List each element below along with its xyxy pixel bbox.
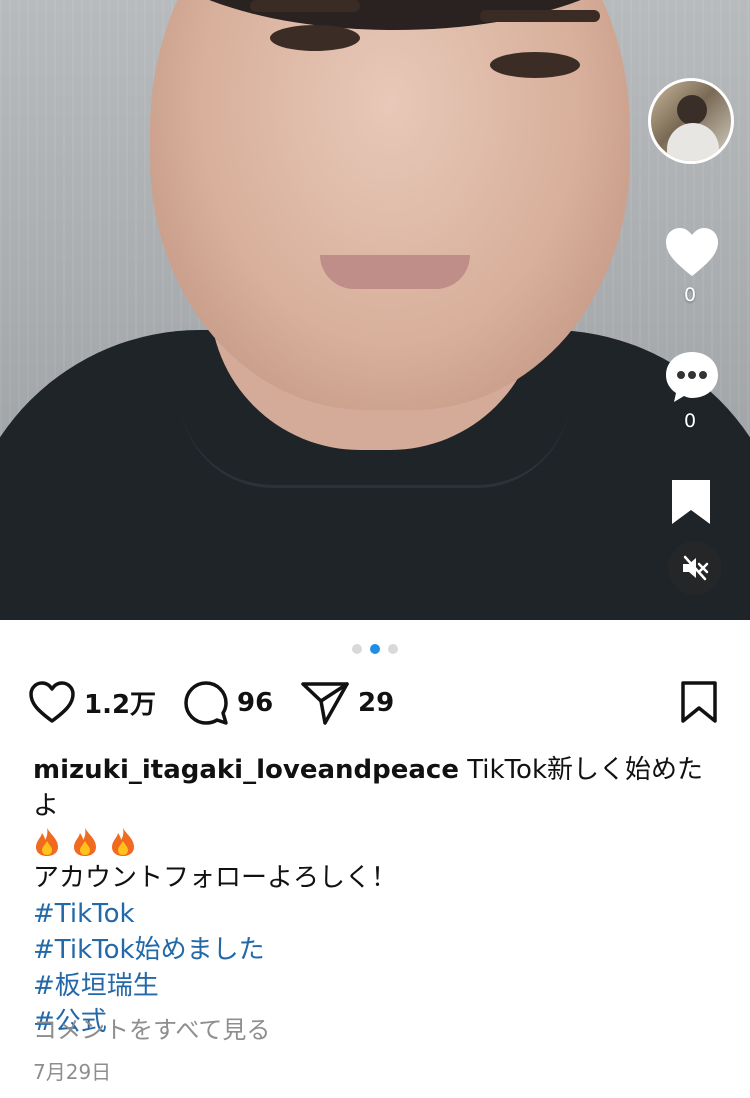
- bookmark-filled-icon[interactable]: [670, 478, 712, 526]
- right-eyebrow: [480, 10, 600, 22]
- post-date: 7月29日: [33, 1060, 112, 1084]
- like-button[interactable]: 1.2万: [28, 680, 156, 724]
- heart-outline-icon: [29, 681, 75, 723]
- carousel-indicator: [0, 644, 750, 654]
- share-button[interactable]: 29: [300, 680, 394, 726]
- view-all-comments-link[interactable]: コメントをすべて見る: [33, 1010, 270, 1045]
- send-paper-plane-icon: [301, 682, 349, 725]
- hashtag-link[interactable]: #TikTok: [33, 896, 723, 932]
- share-count: 29: [358, 688, 395, 718]
- avatar-person-head: [677, 95, 707, 125]
- save-button[interactable]: [680, 680, 718, 724]
- carousel-dot: [352, 644, 362, 654]
- fire-emoji: [112, 828, 134, 856]
- post-caption: mizuki_itagaki_loveandpeace TikTok新しく始めた…: [33, 752, 723, 1040]
- comment-bubble-icon[interactable]: [664, 350, 720, 404]
- comment-count: 96: [237, 688, 274, 718]
- fire-emoji: [36, 828, 58, 856]
- comment-outline-icon: [184, 681, 228, 725]
- mouth: [320, 255, 470, 289]
- speaker-muted-icon: [683, 555, 709, 581]
- action-bar: 1.2万 96 29: [28, 680, 722, 730]
- caption-emoji-row: [33, 824, 723, 860]
- avatar-person-body: [667, 123, 719, 161]
- caption-line-2: アカウントフォローよろしく！: [33, 863, 398, 893]
- fire-emoji: [74, 828, 96, 856]
- media-comment-count: 0: [683, 410, 697, 432]
- post-media[interactable]: 0 0: [0, 0, 750, 620]
- right-eye: [490, 52, 580, 78]
- heart-icon[interactable]: [664, 226, 720, 278]
- hashtag-link[interactable]: #板垣瑞生: [33, 968, 723, 1004]
- carousel-dot-active: [370, 644, 380, 654]
- bookmark-outline-icon: [681, 681, 717, 723]
- left-eye: [270, 25, 360, 51]
- comment-button[interactable]: 96: [183, 680, 273, 726]
- like-count: 1.2万: [84, 689, 157, 720]
- creator-avatar[interactable]: [648, 78, 734, 164]
- media-like-count: 0: [683, 284, 697, 306]
- mute-button[interactable]: [668, 541, 722, 595]
- left-eyebrow: [250, 0, 360, 12]
- carousel-dot: [388, 644, 398, 654]
- caption-username[interactable]: mizuki_itagaki_loveandpeace: [33, 755, 459, 785]
- hashtag-link[interactable]: #TikTok始めました: [33, 932, 723, 968]
